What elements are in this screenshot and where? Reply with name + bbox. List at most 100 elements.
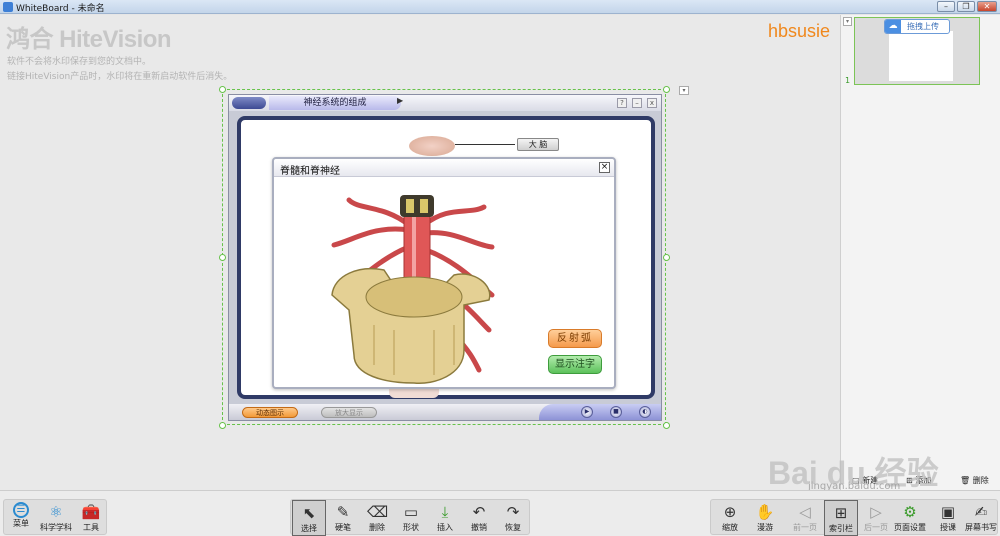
teach-button[interactable]: ▣ 授课 [931, 500, 965, 536]
zoom-label: 缩放 [722, 523, 738, 532]
dialog-close-button[interactable]: × [599, 162, 610, 173]
science-icon: ⚛ [49, 503, 63, 521]
cloud-upload-icon: ☁ [885, 20, 901, 33]
resize-handle-l[interactable] [219, 254, 226, 261]
animation-button[interactable]: 动态图示 [242, 407, 298, 418]
science-label: 科学学科 [40, 523, 72, 532]
page-settings-label: 页面设置 [894, 523, 926, 532]
brain-label-button[interactable]: 大 脑 [517, 138, 559, 151]
undo-label: 撤销 [471, 523, 487, 532]
page-index-panel: ▾ ☁ 拖拽上传 1 [840, 15, 1000, 490]
watermark-line-1: 软件不会将水印保存到您的文档中。 [7, 57, 152, 67]
pen-label: 硬笔 [335, 523, 351, 532]
insert-icon: ⤓ [441, 503, 449, 521]
zoom-display-button[interactable]: 放大显示 [321, 407, 377, 418]
redo-label: 恢复 [505, 523, 521, 532]
page-settings-button[interactable]: ⚙ 页面设置 [893, 500, 927, 536]
select-label: 选择 [301, 524, 317, 533]
next-page-button[interactable]: ▷ 后一页 [859, 500, 893, 536]
shape-label: 形状 [403, 523, 419, 532]
shape-icon: ▭ [403, 503, 419, 521]
app-icon [3, 2, 13, 12]
spinal-cord-dialog: 脊髓和脊神经 × 反射弧 显示注字 [272, 157, 616, 389]
window-titlebar: WhiteBoard - 未命名 – ❐ ✕ [0, 0, 1000, 14]
index-bar-label: 索引栏 [829, 524, 853, 533]
screen-write-label: 屏幕书写 [965, 523, 997, 532]
prev-page-icon: ◁ [799, 503, 811, 521]
tools-label: 工具 [83, 523, 99, 532]
close-window-button[interactable]: ✕ [977, 1, 997, 12]
show-labels-button[interactable]: 显示注字 [548, 355, 602, 374]
screen-write-button[interactable]: ✍ 屏幕书写 [964, 500, 998, 536]
upload-label: 拖拽上传 [907, 22, 939, 31]
next-page-icon: ▷ [870, 503, 882, 521]
screen-write-icon: ✍ [974, 503, 988, 521]
page-settings-icon: ⚙ [903, 503, 917, 521]
dialog-title: 脊髓和脊神经 [280, 166, 340, 177]
menu-icon: ☰ [13, 502, 29, 518]
select-tool[interactable]: ⬉ 选择 [292, 500, 326, 536]
resize-handle-r[interactable] [663, 254, 670, 261]
index-bar-button[interactable]: ⊞ 索引栏 [824, 500, 858, 536]
pen-tool[interactable]: ✎ 硬笔 [326, 500, 360, 536]
resize-handle-tr[interactable] [663, 86, 670, 93]
teach-label: 授课 [940, 523, 956, 532]
play-icon[interactable]: ▶ [581, 406, 593, 418]
next-page-label: 后一页 [864, 523, 888, 532]
menu-button[interactable]: ☰ 菜单 [4, 500, 38, 536]
menu-label: 菜单 [13, 519, 29, 528]
undo-button[interactable]: ↶ 撤销 [462, 500, 496, 536]
delete-page-label: 删除 [972, 476, 989, 485]
redo-icon: ↷ [506, 503, 520, 521]
delete-page-button[interactable]: 🗑 删除 [960, 475, 989, 486]
minimize-button[interactable]: – [937, 1, 955, 12]
zoom-icon: ⊕ [723, 503, 737, 521]
insert-tool[interactable]: ⤓ 插入 [428, 500, 462, 536]
maximize-button[interactable]: ❐ [957, 1, 975, 12]
index-icon: ⊞ [834, 504, 848, 522]
brain-pointer-line [455, 144, 515, 145]
courseware-title: 神经系统的组成 [269, 96, 401, 110]
stop-icon[interactable]: ■ [610, 406, 622, 418]
user-watermark: hbsusie [767, 21, 830, 41]
window-title: WhiteBoard - 未命名 [16, 4, 105, 14]
brain-illustration [409, 136, 455, 156]
redo-button[interactable]: ↷ 恢复 [496, 500, 530, 536]
eraser-tool[interactable]: ⌫ 删除 [360, 500, 394, 536]
audio-icon[interactable]: ◐ [639, 406, 651, 418]
play-marker-icon[interactable]: ▶ [397, 96, 403, 105]
watermark-line-2: 链接HiteVision产品时，水印将在重新启动软件后消失。 [7, 72, 233, 82]
insert-label: 插入 [437, 523, 453, 532]
courseware-logo [232, 97, 266, 109]
prev-page-label: 前一页 [793, 523, 817, 532]
page-thumbnail[interactable]: ☁ 拖拽上传 [854, 17, 980, 85]
bottom-toolbar: ☰ 菜单 ⚛ 科学学科 🧰 工具 ⬉ 选择 ✎ 硬笔 ⌫ 删除 ▭ 形状 ⤓ 插… [0, 490, 1000, 536]
reflex-arc-button[interactable]: 反射弧 [548, 329, 602, 348]
help-icon[interactable]: ? [617, 98, 627, 108]
resize-handle-bl[interactable] [219, 422, 226, 429]
pan-tool[interactable]: ✋ 漫游 [748, 500, 782, 536]
watermark-logo: 鸿合 HiteVision [6, 26, 172, 53]
prev-page-button[interactable]: ◁ 前一页 [788, 500, 822, 536]
tools-button[interactable]: 🧰 工具 [74, 500, 108, 536]
page-preview [889, 31, 953, 81]
resize-handle-br[interactable] [663, 422, 670, 429]
courseware-footer: 动态图示 放大显示 ▶ ■ ◐ [229, 404, 661, 420]
drag-upload-button[interactable]: ☁ 拖拽上传 [884, 19, 950, 34]
collapse-panel-icon[interactable]: ▾ [843, 17, 852, 26]
pan-label: 漫游 [757, 523, 773, 532]
eraser-icon: ⌫ [367, 503, 389, 521]
minimize-icon[interactable]: – [632, 98, 642, 108]
pen-icon: ✎ [336, 503, 350, 521]
resize-handle-tl[interactable] [219, 86, 226, 93]
eraser-label: 删除 [369, 523, 385, 532]
zoom-tool[interactable]: ⊕ 缩放 [713, 500, 747, 536]
science-button[interactable]: ⚛ 科学学科 [39, 500, 73, 536]
body-illustration [389, 388, 439, 398]
pointer-icon: ⬉ [302, 504, 316, 522]
close-icon[interactable]: x [647, 98, 657, 108]
shape-tool[interactable]: ▭ 形状 [394, 500, 428, 536]
undo-icon: ↶ [472, 503, 486, 521]
spinal-cord-illustration [331, 195, 495, 384]
object-menu-dropdown[interactable]: ▾ [679, 86, 689, 95]
